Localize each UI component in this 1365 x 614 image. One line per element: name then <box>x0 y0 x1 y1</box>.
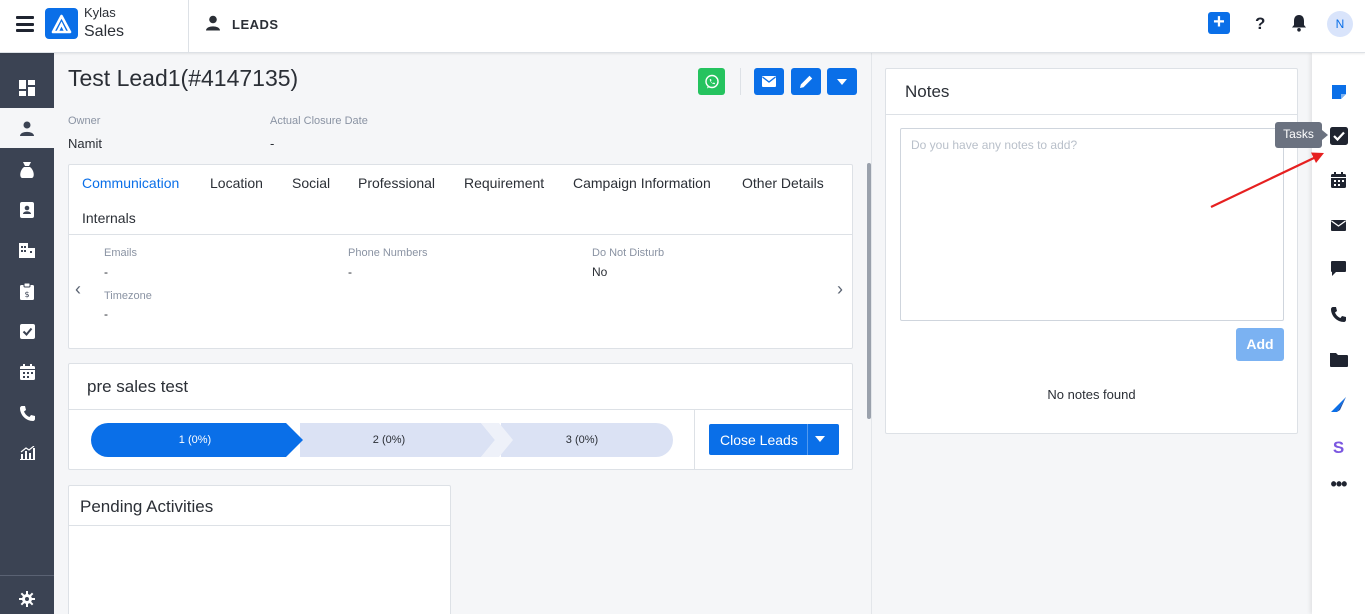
module-title: LEADS <box>232 17 279 32</box>
deals-icon[interactable] <box>0 150 54 190</box>
dashboard-icon[interactable] <box>0 68 54 108</box>
pending-activities-title: Pending Activities <box>80 497 214 516</box>
notes-panel: Notes Add No notes found <box>885 68 1298 434</box>
timezone-value: - <box>104 307 108 321</box>
reports-icon[interactable] <box>0 433 54 473</box>
divider <box>188 0 189 53</box>
tab-requirement[interactable]: Requirement <box>464 175 544 191</box>
phone-numbers-label: Phone Numbers <box>348 247 428 259</box>
divider <box>69 525 450 526</box>
help-icon[interactable]: ? <box>1255 14 1265 34</box>
folder-icon[interactable] <box>1312 344 1365 374</box>
empty-notes-text: No notes found <box>1047 387 1136 402</box>
avatar[interactable]: N <box>1327 11 1353 37</box>
do-not-disturb-label: Do Not Disturb <box>592 247 665 259</box>
annotation-arrow-icon <box>1210 152 1324 208</box>
email-button[interactable] <box>754 68 784 95</box>
tab-campaign-information[interactable]: Campaign Information <box>573 175 711 191</box>
details-card: Communication Location Social Profession… <box>68 164 853 349</box>
phone-numbers-value: - <box>348 265 352 279</box>
divider <box>886 114 1297 115</box>
chat-icon[interactable] <box>1312 253 1365 283</box>
phone-icon[interactable] <box>1312 299 1365 329</box>
brand-product: Sales <box>84 23 125 40</box>
chevron-left-icon[interactable]: ‹ <box>75 279 81 300</box>
add-button[interactable]: + <box>1208 12 1230 34</box>
pipeline-card: pre sales test 1 (0%) 2 (0%) 3 (0%) Clos… <box>68 363 853 470</box>
marketing-icon[interactable] <box>1312 389 1365 419</box>
divider <box>69 234 853 235</box>
whatsapp-icon <box>704 74 719 88</box>
tab-location[interactable]: Location <box>210 175 263 191</box>
calendar-nav-icon[interactable] <box>0 352 54 392</box>
divider <box>69 409 853 410</box>
sticky-note-icon[interactable] <box>1312 77 1365 107</box>
divider <box>0 575 54 576</box>
more-actions-button[interactable] <box>827 68 857 95</box>
closure-date-label: Actual Closure Date <box>270 115 368 127</box>
top-bar: Kylas Sales LEADS + ? N <box>0 0 1365 53</box>
contacts-icon[interactable] <box>0 190 54 230</box>
svg-text:$: $ <box>24 290 29 299</box>
edit-button[interactable] <box>791 68 821 95</box>
tab-communication[interactable]: Communication <box>82 175 179 191</box>
tab-internals[interactable]: Internals <box>82 210 136 226</box>
pipeline-title: pre sales test <box>87 377 189 396</box>
user-icon <box>206 15 220 36</box>
close-leads-button[interactable]: Close Leads <box>709 424 839 455</box>
settings-icon[interactable] <box>0 579 54 614</box>
divider <box>694 410 695 470</box>
close-leads-label: Close Leads <box>720 432 798 448</box>
quotes-icon[interactable]: $ <box>0 271 54 311</box>
tab-social[interactable]: Social <box>292 175 330 191</box>
leads-nav-icon[interactable] <box>0 108 54 148</box>
page-title: Test Lead1(#4147135) <box>68 65 299 91</box>
s-icon[interactable]: S <box>1312 433 1365 463</box>
tab-professional[interactable]: Professional <box>358 175 435 191</box>
brand-name: Kylas <box>84 5 116 20</box>
owner-label: Owner <box>68 115 101 127</box>
emails-value: - <box>104 265 108 279</box>
tab-other-details[interactable]: Other Details <box>742 175 824 191</box>
chevron-right-icon[interactable]: › <box>837 279 843 300</box>
kylas-logo-icon <box>45 8 78 39</box>
divider <box>871 53 872 614</box>
stage-3-label: 3 (0%) <box>565 434 599 446</box>
do-not-disturb-value: No <box>592 265 608 279</box>
companies-icon[interactable] <box>0 230 54 270</box>
closure-date-value: - <box>270 136 275 151</box>
pencil-icon <box>799 75 812 88</box>
whatsapp-button[interactable] <box>698 68 725 95</box>
timezone-label: Timezone <box>104 290 152 302</box>
caret-down-icon <box>837 78 847 85</box>
pending-activities-card: Pending Activities <box>68 485 451 614</box>
envelope-icon <box>762 76 776 87</box>
phone-nav-icon[interactable] <box>0 393 54 433</box>
tasks-nav-icon[interactable] <box>0 311 54 351</box>
emails-label: Emails <box>104 247 138 259</box>
bell-icon[interactable] <box>1291 14 1307 37</box>
caret-down-icon <box>815 436 825 442</box>
stage-1-label: 1 (0%) <box>178 434 212 446</box>
divider <box>740 68 741 95</box>
owner-value: Namit <box>68 136 102 151</box>
add-note-button[interactable]: Add <box>1236 328 1284 361</box>
more-icon[interactable]: ••• <box>1312 469 1365 499</box>
menu-icon[interactable] <box>16 16 34 32</box>
left-nav: $ <box>0 53 54 614</box>
notes-title: Notes <box>905 82 950 101</box>
stage-2-label: 2 (0%) <box>372 434 406 446</box>
